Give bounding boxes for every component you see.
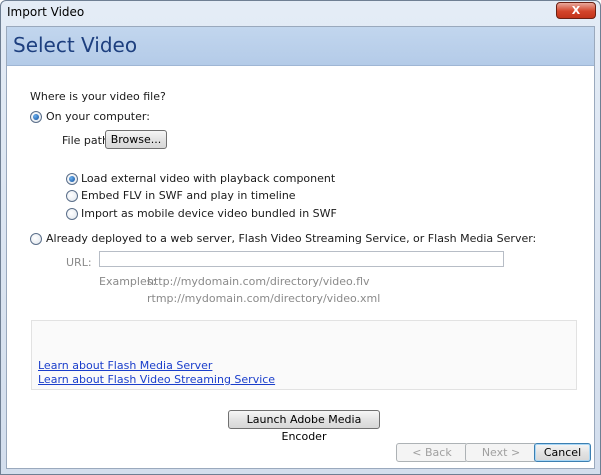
url-label: URL: xyxy=(66,256,92,269)
url-input[interactable] xyxy=(99,251,504,267)
option-embed-flv-label[interactable]: Embed FLV in SWF and play in timeline xyxy=(81,189,296,202)
question-text: Where is your video file? xyxy=(30,90,166,103)
option-mobile-device-label[interactable]: Import as mobile device video bundled in… xyxy=(81,207,337,220)
option-embed-flv-radio[interactable] xyxy=(66,190,78,202)
cancel-button[interactable]: Cancel xyxy=(534,443,591,462)
option-load-external-radio[interactable] xyxy=(66,173,78,185)
close-button[interactable]: X xyxy=(556,2,596,19)
window-title: Import Video xyxy=(7,5,85,19)
example-rtmp-url: rtmp://mydomain.com/directory/video.xml xyxy=(147,292,381,305)
back-button[interactable]: < Back xyxy=(396,443,468,462)
dialog-content: Select Video Where is your video file? O… xyxy=(6,26,595,469)
flash-video-streaming-link[interactable]: Learn about Flash Video Streaming Servic… xyxy=(38,373,275,386)
import-video-dialog: Import Video X Select Video Where is you… xyxy=(0,0,601,475)
links-panel: Learn about Flash Media Server Learn abo… xyxy=(31,320,577,390)
next-button[interactable]: Next > xyxy=(465,443,537,462)
example-http-url: http://mydomain.com/directory/video.flv xyxy=(147,275,370,288)
page-title: Select Video xyxy=(13,33,138,57)
option-mobile-device-radio[interactable] xyxy=(66,208,78,220)
on-computer-label[interactable]: On your computer: xyxy=(46,110,150,123)
already-deployed-label[interactable]: Already deployed to a web server, Flash … xyxy=(46,232,536,245)
on-computer-radio[interactable] xyxy=(30,111,42,123)
option-load-external-label[interactable]: Load external video with playback compon… xyxy=(81,172,335,185)
title-bar[interactable]: Import Video X xyxy=(1,1,600,25)
header-band: Select Video xyxy=(7,27,594,66)
browse-button[interactable]: Browse... xyxy=(105,130,167,149)
already-deployed-radio[interactable] xyxy=(30,233,42,245)
flash-media-server-link[interactable]: Learn about Flash Media Server xyxy=(38,359,212,372)
launch-media-encoder-button[interactable]: Launch Adobe Media Encoder xyxy=(228,410,380,443)
